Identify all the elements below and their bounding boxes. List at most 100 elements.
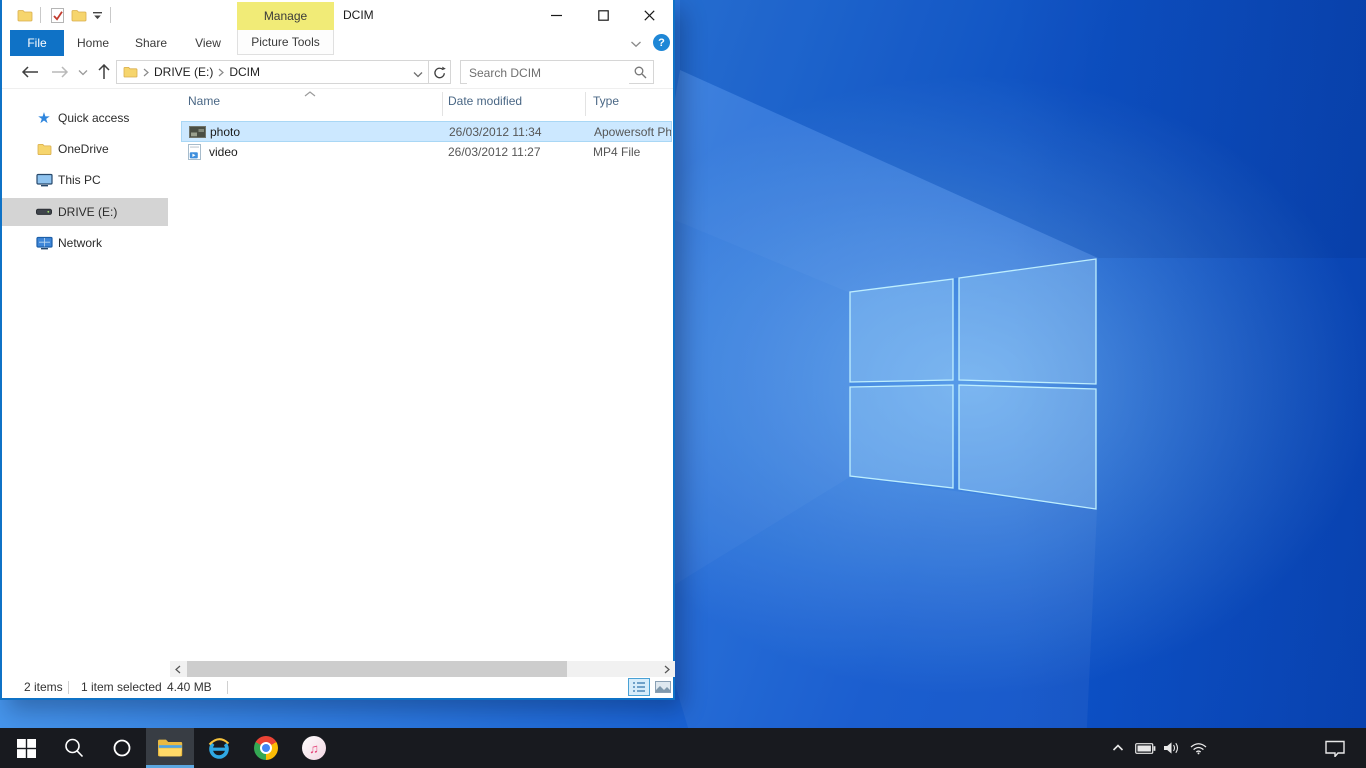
file-date-modified: 26/03/2012 11:34 bbox=[449, 125, 542, 139]
minimize-icon bbox=[551, 10, 562, 21]
maximize-icon bbox=[598, 10, 609, 21]
sidebar-item-network[interactable]: Network bbox=[2, 229, 168, 257]
address-bar[interactable]: DRIVE (E:) DCIM bbox=[116, 60, 451, 84]
sidebar-item-this-pc[interactable]: This PC bbox=[2, 166, 168, 194]
breadcrumb-separator-icon bbox=[143, 68, 149, 77]
sort-ascending-icon[interactable] bbox=[304, 86, 316, 100]
column-header-date-modified[interactable]: Date modified bbox=[448, 94, 522, 114]
back-button[interactable] bbox=[19, 62, 41, 82]
breadcrumb-drive[interactable]: DRIVE (E:) bbox=[154, 65, 213, 79]
large-icons-view-button[interactable] bbox=[652, 678, 674, 696]
tab-home[interactable]: Home bbox=[64, 30, 122, 56]
status-divider bbox=[227, 681, 228, 694]
file-explorer-window: Manage DCIM File Home Share View Picture… bbox=[0, 0, 675, 700]
sidebar-item-drive-e[interactable]: DRIVE (E:) bbox=[2, 198, 168, 226]
qat-folder-button[interactable] bbox=[15, 5, 35, 25]
file-date-modified: 26/03/2012 11:27 bbox=[448, 145, 541, 159]
tab-share[interactable]: Share bbox=[122, 30, 180, 56]
tray-show-hidden-icons-button[interactable] bbox=[1106, 728, 1130, 768]
column-divider[interactable] bbox=[442, 92, 443, 116]
help-button[interactable]: ? bbox=[653, 34, 670, 51]
search-icon bbox=[634, 66, 647, 82]
tab-view[interactable]: View bbox=[180, 30, 236, 56]
details-view-button[interactable] bbox=[628, 678, 650, 696]
address-toolbar: DRIVE (E:) DCIM bbox=[2, 56, 673, 89]
forward-button[interactable] bbox=[49, 62, 71, 82]
chevron-down-icon bbox=[413, 71, 423, 78]
photo-thumbnail-icon bbox=[189, 126, 206, 141]
minimize-button[interactable] bbox=[534, 0, 579, 30]
taskbar: ♫ bbox=[0, 728, 1366, 768]
title-bar[interactable]: Manage DCIM bbox=[2, 0, 673, 30]
file-name: video bbox=[209, 145, 238, 159]
star-icon: ★ bbox=[35, 111, 53, 126]
recent-locations-button[interactable] bbox=[76, 62, 90, 82]
tab-file[interactable]: File bbox=[10, 30, 64, 56]
arrow-left-icon bbox=[21, 66, 39, 78]
refresh-button[interactable] bbox=[428, 61, 450, 83]
file-type: Apowersoft Pho bbox=[594, 125, 672, 139]
sidebar-item-label: Quick access bbox=[58, 111, 129, 125]
cortana-button[interactable] bbox=[98, 728, 146, 768]
battery-icon bbox=[1135, 743, 1156, 754]
close-button[interactable] bbox=[624, 0, 675, 30]
chevron-left-icon bbox=[175, 665, 181, 674]
file-type: MP4 File bbox=[593, 145, 640, 159]
column-divider[interactable] bbox=[585, 92, 586, 116]
taskbar-internet-explorer-button[interactable] bbox=[194, 728, 242, 768]
tab-picture-tools[interactable]: Picture Tools bbox=[237, 30, 334, 55]
qat-new-folder-button[interactable] bbox=[69, 5, 89, 25]
itunes-icon: ♫ bbox=[302, 736, 326, 760]
status-divider bbox=[68, 681, 69, 694]
folder-icon bbox=[17, 9, 33, 22]
taskbar-search-button[interactable] bbox=[50, 728, 98, 768]
scroll-left-button[interactable] bbox=[170, 661, 186, 677]
taskbar-chrome-button[interactable] bbox=[242, 728, 290, 768]
start-button[interactable] bbox=[2, 728, 50, 768]
help-icon: ? bbox=[658, 37, 665, 49]
qat-separator bbox=[110, 7, 111, 23]
volume-icon bbox=[1163, 741, 1180, 755]
folder-icon bbox=[35, 143, 53, 156]
folder-icon bbox=[71, 9, 87, 22]
drive-icon bbox=[35, 208, 53, 216]
selection-size: 4.40 MB bbox=[167, 680, 212, 694]
internet-explorer-icon bbox=[204, 734, 232, 762]
qat-customize-button[interactable] bbox=[91, 5, 105, 25]
chrome-icon bbox=[254, 736, 278, 760]
taskbar-file-explorer-button[interactable] bbox=[146, 728, 194, 768]
sidebar-item-label: This PC bbox=[58, 173, 101, 187]
breadcrumb-folder[interactable]: DCIM bbox=[229, 65, 260, 79]
action-center-button[interactable] bbox=[1318, 728, 1352, 768]
search-box[interactable] bbox=[460, 60, 654, 84]
sidebar-item-label: OneDrive bbox=[58, 142, 109, 156]
tray-volume-button[interactable] bbox=[1158, 728, 1184, 768]
scroll-right-button[interactable] bbox=[659, 661, 675, 677]
breadcrumb-separator-icon bbox=[218, 68, 224, 77]
file-row-video[interactable]: video 26/03/2012 11:27 MP4 File bbox=[181, 142, 672, 163]
sidebar-item-label: Network bbox=[58, 236, 102, 250]
column-header-name[interactable]: Name bbox=[188, 94, 220, 114]
tab-file-label: File bbox=[27, 36, 46, 50]
sidebar-item-quick-access[interactable]: ★ Quick access bbox=[2, 104, 168, 132]
arrow-up-icon bbox=[98, 64, 110, 80]
horizontal-scrollbar[interactable] bbox=[170, 661, 675, 677]
sidebar-item-label: DRIVE (E:) bbox=[58, 205, 117, 219]
file-row-photo[interactable]: photo 26/03/2012 11:34 Apowersoft Pho bbox=[181, 121, 672, 142]
tray-battery-button[interactable] bbox=[1132, 728, 1158, 768]
maximize-button[interactable] bbox=[581, 0, 626, 30]
address-dropdown-button[interactable] bbox=[413, 67, 423, 81]
qat-properties-button[interactable] bbox=[47, 5, 67, 25]
taskbar-itunes-button[interactable]: ♫ bbox=[290, 728, 338, 768]
window-title: DCIM bbox=[343, 0, 374, 30]
tray-wifi-button[interactable] bbox=[1184, 728, 1212, 768]
item-count: 2 items bbox=[24, 680, 63, 694]
manage-contextual-header[interactable]: Manage bbox=[237, 2, 334, 30]
scrollbar-thumb[interactable] bbox=[187, 661, 567, 677]
up-button[interactable] bbox=[93, 62, 115, 82]
column-header-type[interactable]: Type bbox=[593, 94, 619, 114]
ribbon-collapse-button[interactable] bbox=[630, 37, 646, 49]
search-input[interactable] bbox=[467, 62, 629, 84]
chevron-down-icon bbox=[93, 11, 103, 20]
sidebar-item-onedrive[interactable]: OneDrive bbox=[2, 135, 168, 163]
